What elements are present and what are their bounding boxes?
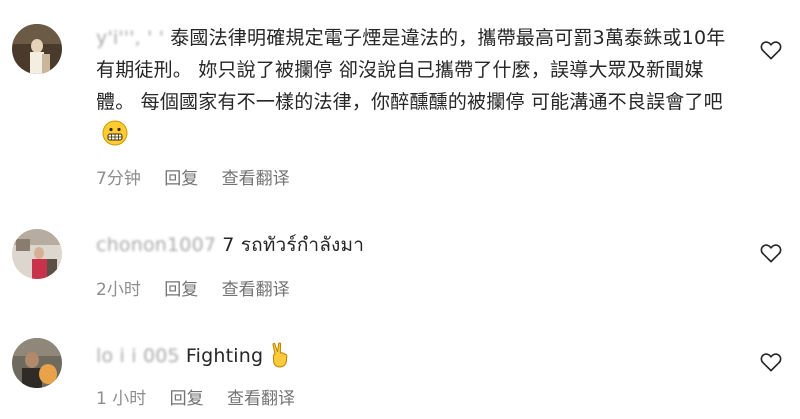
comment-username[interactable]: chonon1007 xyxy=(96,234,216,256)
comment-timestamp: 2小时 xyxy=(96,280,141,300)
comment-item: lo i i 005 Fighting 1 小时 回复 查看翻译 xyxy=(0,318,800,419)
avatar[interactable] xyxy=(12,229,62,279)
comment-meta: 1 小时 回复 查看翻译 xyxy=(96,384,313,409)
heart-icon[interactable] xyxy=(760,40,782,60)
avatar[interactable] xyxy=(12,24,62,74)
comment-item: y'i''', ' ' 泰國法律明確規定電子煙是違法的，攜帶最高可罰3萬泰銖或10… xyxy=(0,0,800,200)
comment-timestamp: 1 小时 xyxy=(96,389,147,409)
grimacing-face-icon xyxy=(102,120,128,156)
comment-text: lo i i 005 Fighting xyxy=(96,340,740,378)
comment-meta: 7分钟 回复 查看翻译 xyxy=(96,164,308,189)
comment-body: 7 รถทัวร์กำลังมา xyxy=(222,234,365,256)
reply-button[interactable]: 回复 xyxy=(164,280,198,300)
reply-button[interactable]: 回复 xyxy=(170,389,204,409)
translate-button[interactable]: 查看翻译 xyxy=(222,169,290,189)
comment-timestamp: 7分钟 xyxy=(96,169,141,189)
reply-button[interactable]: 回复 xyxy=(164,169,198,189)
translate-button[interactable]: 查看翻译 xyxy=(227,389,295,409)
comment-username[interactable]: y'i''', ' ' xyxy=(96,27,164,49)
comment-body: 泰國法律明確規定電子煙是違法的，攜帶最高可罰3萬泰銖或10年有期徒刑。 妳只說了… xyxy=(96,27,726,113)
comment-meta: 2小时 回复 查看翻译 xyxy=(96,275,308,300)
comment-item: chonon1007 7 รถทัวร์กำลังมา 2小时 回复 查看翻译 xyxy=(0,205,800,305)
comment-text: chonon1007 7 รถทัวร์กำลังมา xyxy=(96,229,740,261)
translate-button[interactable]: 查看翻译 xyxy=(222,280,290,300)
victory-hand-icon xyxy=(269,342,291,378)
heart-icon[interactable] xyxy=(760,243,782,263)
avatar[interactable] xyxy=(12,338,62,388)
heart-icon[interactable] xyxy=(760,352,782,372)
comment-body: Fighting xyxy=(185,345,264,367)
comment-text: y'i''', ' ' 泰國法律明確規定電子煙是違法的，攜帶最高可罰3萬泰銖或10… xyxy=(96,22,740,156)
comment-username[interactable]: lo i i 005 xyxy=(96,345,180,367)
